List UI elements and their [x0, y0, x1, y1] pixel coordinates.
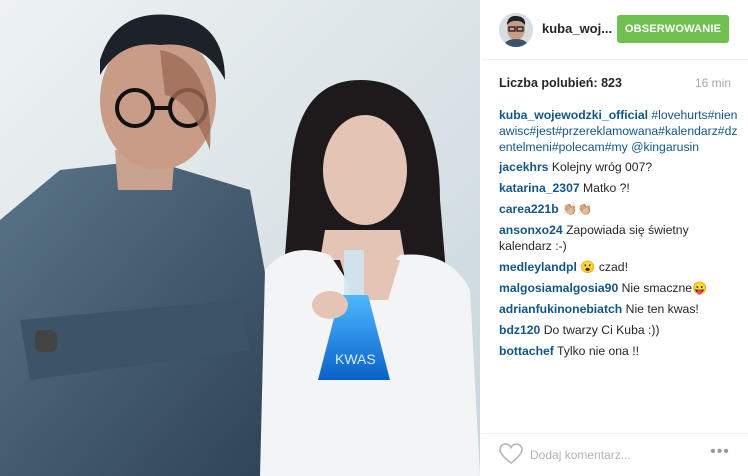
flask-label: KWAS — [335, 351, 376, 367]
comment-item: jacekhrs Kolejny wróg 007? — [499, 159, 739, 175]
post-side-panel: kuba_woj... OBSERWOWANIE Liczba polubień… — [482, 0, 748, 476]
comment-username[interactable]: katarina_2307 — [499, 181, 580, 195]
comment-item: malgosiamalgosia90 Nie smaczne😛 — [499, 280, 739, 296]
comment-username[interactable]: medleylandpl — [499, 260, 577, 274]
add-comment-input[interactable] — [530, 446, 680, 464]
comment-text: Kolejny wróg 007? — [551, 160, 653, 174]
comment-username[interactable]: carea221b — [499, 202, 559, 216]
comment-text: Nie smaczne😛 — [621, 281, 708, 295]
post-photo[interactable]: KWAS — [0, 0, 480, 476]
comment-item: bdz120 Do twarzy Ci Kuba :)) — [499, 322, 739, 338]
post-username[interactable]: kuba_woj... — [542, 21, 612, 36]
caption-username[interactable]: kuba_wojewodzki_official — [499, 108, 648, 122]
comment-item: katarina_2307 Matko ?! — [499, 180, 739, 196]
comment-item: medleylandpl 😮 czad! — [499, 259, 739, 275]
heart-icon[interactable] — [499, 443, 523, 465]
comment-username[interactable]: ansonxo24 — [499, 223, 563, 237]
comment-username[interactable]: malgosiamalgosia90 — [499, 281, 618, 295]
post-meta: Liczba polubień: 823 16 min — [499, 76, 731, 92]
comment-text: Nie ten kwas! — [625, 302, 699, 316]
comment-text: 😮 czad! — [580, 260, 628, 274]
comment-username[interactable]: bottachef — [499, 344, 554, 358]
comment-text: Do twarzy Ci Kuba :)) — [543, 323, 660, 337]
comment-username[interactable]: adrianfukinonebiatch — [499, 302, 622, 316]
likes-count[interactable]: Liczba polubień: 823 — [499, 76, 622, 90]
comments-list: kuba_wojewodzki_official #lovehurts#nien… — [499, 107, 739, 364]
post-time[interactable]: 16 min — [695, 76, 731, 90]
post-header: kuba_woj... OBSERWOWANIE — [482, 0, 748, 60]
more-options-icon[interactable]: ••• — [708, 443, 732, 463]
comment-text: Matko ?! — [583, 181, 630, 195]
comment-item: adrianfukinonebiatch Nie ten kwas! — [499, 301, 739, 317]
comment-username[interactable]: jacekhrs — [499, 160, 548, 174]
comment-username[interactable]: bdz120 — [499, 323, 540, 337]
comment-item: ansonxo24 Zapowiada się świetny kalendar… — [499, 222, 739, 254]
post-caption: kuba_wojewodzki_official #lovehurts#nien… — [499, 107, 739, 155]
comment-text: Tylko nie ona !! — [557, 344, 639, 358]
follow-button[interactable]: OBSERWOWANIE — [617, 15, 729, 43]
avatar[interactable] — [499, 13, 533, 47]
comment-item: bottachef Tylko nie ona !! — [499, 343, 739, 359]
comment-footer: ••• — [482, 433, 748, 476]
comment-text: 👏🏼👏🏼 — [562, 202, 593, 216]
comment-item: carea221b 👏🏼👏🏼 — [499, 201, 739, 217]
